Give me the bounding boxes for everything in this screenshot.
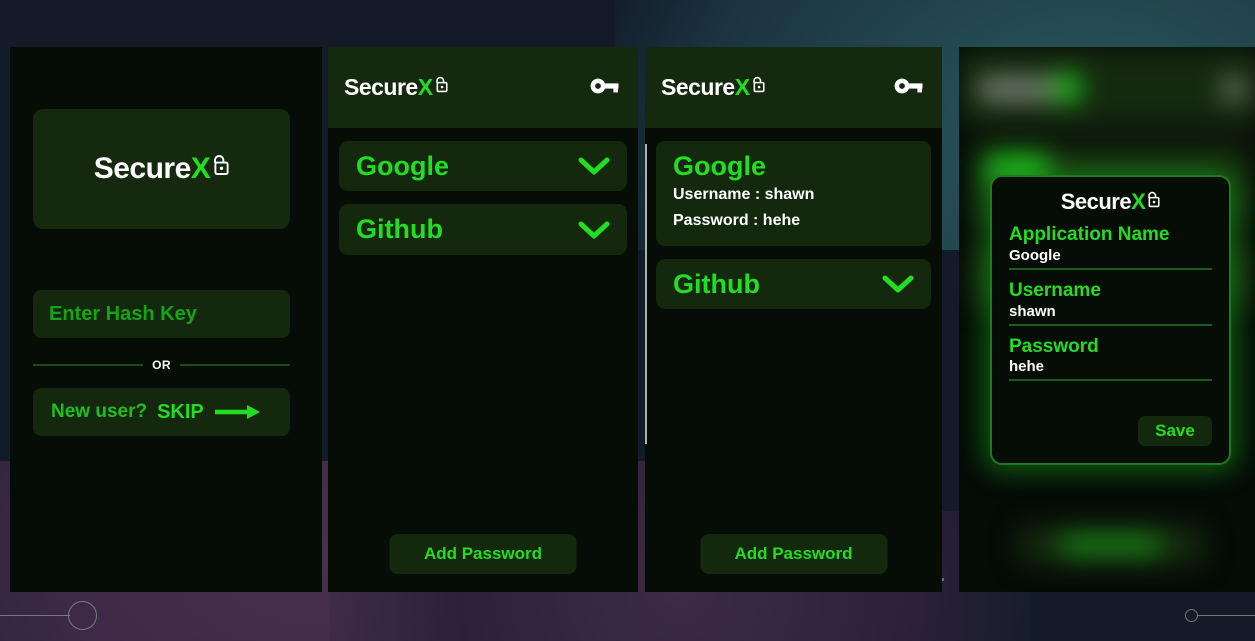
divider-label: OR (152, 358, 171, 372)
securex-logo: Secure X (344, 76, 448, 99)
field-value[interactable]: shawn (1009, 303, 1212, 326)
key-icon (590, 76, 620, 99)
arrow-right-icon (214, 404, 262, 420)
vault-entry-password: Password : hehe (673, 211, 801, 229)
key-icon-button[interactable] (590, 76, 620, 99)
skip-button-prefix: New user? (51, 401, 148, 422)
vault-entry-github[interactable]: Github (339, 204, 627, 255)
blurred-add-password-label (1059, 537, 1163, 553)
blurred-logo-accent (1055, 74, 1081, 102)
securex-logo: Secure X (661, 76, 765, 99)
logo-text-secure: Secure (344, 74, 418, 100)
vault-entry-list: Google Github (328, 128, 638, 592)
save-button[interactable]: Save (1138, 416, 1212, 446)
screen-vault-collapsed: Secure X Google Github Add Password (328, 47, 638, 592)
vault-entry-name: Github (356, 214, 443, 245)
vault-entry-name: Google (673, 151, 766, 181)
field-password: Password hehe (1009, 335, 1212, 382)
logo-text-secure: Secure (93, 152, 192, 185)
vault-entry-google[interactable]: Google (339, 141, 627, 192)
open-padlock-icon (433, 76, 448, 93)
key-icon-button[interactable] (894, 76, 924, 99)
field-label: Username (1009, 279, 1101, 301)
key-icon (894, 76, 924, 99)
divider-rule-right (179, 364, 290, 366)
logo-text-x: X (1131, 189, 1146, 214)
securex-logo: Secure X (94, 154, 230, 184)
decoration-line-left (0, 615, 70, 616)
field-value[interactable]: hehe (1009, 358, 1212, 382)
chevron-down-icon[interactable] (577, 219, 611, 241)
modal-logo-row: Secure X (1009, 191, 1212, 214)
vault-entry-github[interactable]: Github (656, 258, 931, 309)
hash-key-input[interactable] (33, 290, 290, 338)
logo-text-secure: Secure (661, 74, 735, 100)
logo-text-secure: Secure (1060, 189, 1132, 214)
skip-button-label: SKIP (157, 400, 204, 423)
field-label: Password (1009, 335, 1099, 357)
open-padlock-icon (1145, 191, 1160, 208)
open-padlock-icon (750, 76, 765, 93)
decoration-circle-left (68, 601, 97, 630)
decoration-circle-right (1185, 609, 1198, 622)
screen-add-password: Secure X Application Name Google Usernam… (959, 47, 1255, 592)
vault-entry-header[interactable]: Google (656, 141, 931, 182)
screens-row: Secure X OR New user? SKIP (0, 47, 1255, 592)
add-password-button[interactable]: Add Password (389, 534, 577, 574)
vault-entry-header[interactable]: Github (656, 259, 931, 309)
field-value[interactable]: Google (1009, 247, 1212, 270)
add-password-button[interactable]: Add Password (700, 534, 887, 574)
screen-vault-expanded: Secure X Google Username: shawn Passwor… (645, 47, 942, 592)
vault-entry-name: Google (356, 151, 449, 181)
logo-text-x: X (734, 74, 750, 100)
vault-entry-details: Username : shawn Password : hehe (656, 182, 931, 245)
chevron-down-icon[interactable] (577, 155, 611, 177)
open-padlock-icon (210, 154, 229, 176)
logo-text-x: X (190, 152, 211, 185)
securex-logo: Secure X (1061, 191, 1161, 213)
vault-entry-list: Google Username : shawn Password : hehe … (645, 128, 942, 592)
skip-button[interactable]: New user? SKIP (33, 388, 290, 436)
field-username: Username shawn (1009, 279, 1212, 326)
or-divider: OR (33, 355, 290, 375)
vault-entry-header[interactable]: Google (339, 141, 627, 191)
logo-card: Secure X (33, 109, 290, 229)
decoration-line-right (1198, 615, 1255, 616)
vault-entry-name: Github (673, 268, 760, 299)
vault-entry-header[interactable]: Github (339, 204, 627, 254)
field-application-name: Application Name Google (1009, 223, 1212, 270)
logo-text-x: X (417, 74, 433, 100)
add-password-modal: Secure X Application Name Google Usernam… (990, 175, 1231, 465)
divider-rule-left (33, 364, 144, 366)
vault-header: Secure X (645, 47, 942, 128)
vault-header: Secure X (328, 47, 638, 128)
vault-entry-google[interactable]: Google Username : shawn Password : hehe (656, 141, 931, 246)
chevron-down-icon[interactable] (881, 273, 915, 295)
blurred-key-icon (1221, 80, 1247, 98)
field-label: Application Name (1009, 224, 1170, 245)
screen-hash-key: Secure X OR New user? SKIP (10, 47, 322, 592)
vault-entry-username: Username : shawn (673, 186, 815, 204)
